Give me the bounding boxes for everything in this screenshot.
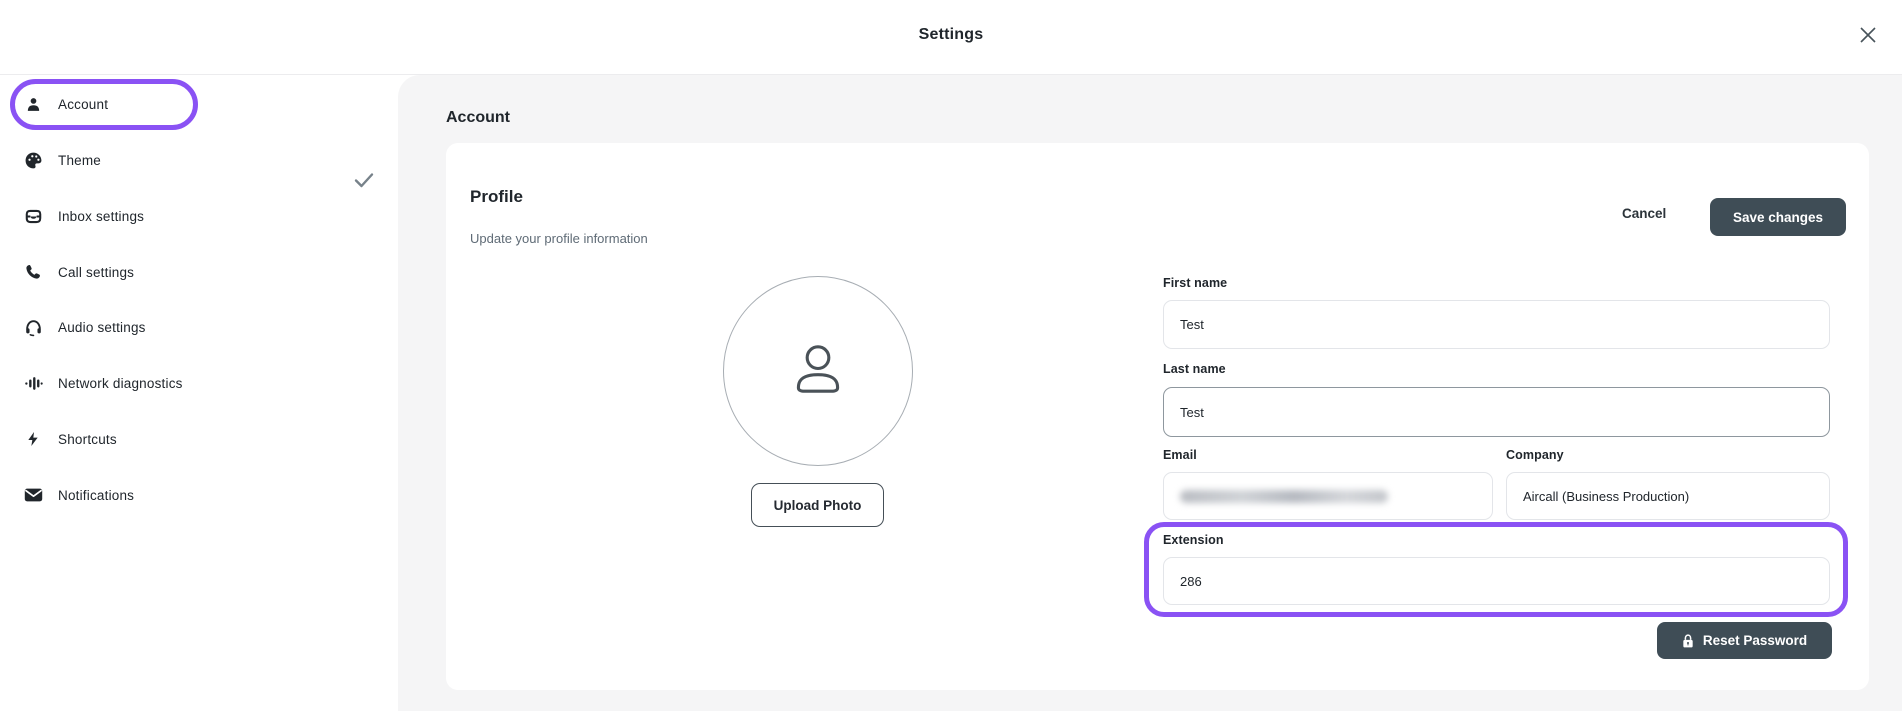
sidebar-item-account[interactable]: Account	[0, 84, 398, 124]
sidebar-item-theme[interactable]: Theme	[0, 140, 398, 180]
sidebar-item-label: Network diagnostics	[58, 375, 183, 391]
person-icon	[22, 93, 44, 115]
extension-input[interactable]	[1163, 557, 1830, 605]
close-button[interactable]	[1848, 16, 1888, 56]
close-icon	[1857, 24, 1879, 49]
headphones-icon	[22, 316, 44, 338]
envelope-icon	[22, 484, 44, 506]
sidebar-item-label: Inbox settings	[58, 208, 145, 224]
profile-card-title: Profile	[470, 187, 523, 206]
sidebar-item-network-diagnostics[interactable]: Network diagnostics	[0, 363, 398, 403]
first-name-label: First name	[1163, 276, 1228, 290]
person-outline-icon	[785, 336, 851, 407]
sidebar-item-shortcuts[interactable]: Shortcuts	[0, 419, 398, 459]
profile-card: Profile Update your profile information …	[446, 143, 1869, 690]
sidebar-item-label: Account	[58, 96, 109, 112]
settings-sidebar: Account Theme Inbox settings Call settin…	[0, 75, 398, 711]
email-input[interactable]	[1163, 472, 1493, 520]
first-name-input[interactable]	[1163, 300, 1830, 349]
settings-header: Settings	[0, 0, 1902, 75]
phone-icon	[22, 261, 44, 283]
company-input[interactable]	[1506, 472, 1830, 520]
lock-icon	[1682, 633, 1694, 648]
cancel-button[interactable]: Cancel	[1622, 206, 1666, 221]
palette-icon	[22, 149, 44, 171]
signal-bars-icon	[22, 372, 44, 394]
sidebar-item-label: Notifications	[58, 487, 135, 503]
sidebar-item-label: Audio settings	[58, 319, 146, 335]
last-name-input[interactable]	[1163, 387, 1830, 437]
last-name-label: Last name	[1163, 362, 1226, 376]
email-redacted-value	[1180, 489, 1388, 503]
profile-card-subtitle: Update your profile information	[470, 231, 648, 246]
email-label: Email	[1163, 448, 1197, 462]
inbox-icon	[22, 205, 44, 227]
avatar	[723, 276, 913, 466]
reset-password-button[interactable]: Reset Password	[1657, 622, 1832, 659]
extension-label: Extension	[1163, 533, 1224, 547]
settings-main-panel: Account Profile Update your profile info…	[398, 75, 1902, 711]
sidebar-item-label: Call settings	[58, 264, 135, 280]
sidebar-item-label: Shortcuts	[58, 431, 117, 447]
reset-password-label: Reset Password	[1702, 633, 1808, 648]
lightning-icon	[22, 428, 44, 450]
sidebar-item-inbox-settings[interactable]: Inbox settings	[0, 196, 398, 236]
upload-photo-button[interactable]: Upload Photo	[751, 483, 884, 527]
sidebar-item-notifications[interactable]: Notifications	[0, 475, 398, 515]
sidebar-item-audio-settings[interactable]: Audio settings	[0, 307, 398, 347]
sidebar-item-label: Theme	[58, 152, 102, 168]
company-label: Company	[1506, 448, 1564, 462]
save-changes-button[interactable]: Save changes	[1710, 198, 1846, 236]
account-section-title: Account	[446, 109, 510, 126]
page-title: Settings	[918, 26, 984, 43]
sidebar-item-call-settings[interactable]: Call settings	[0, 252, 398, 292]
